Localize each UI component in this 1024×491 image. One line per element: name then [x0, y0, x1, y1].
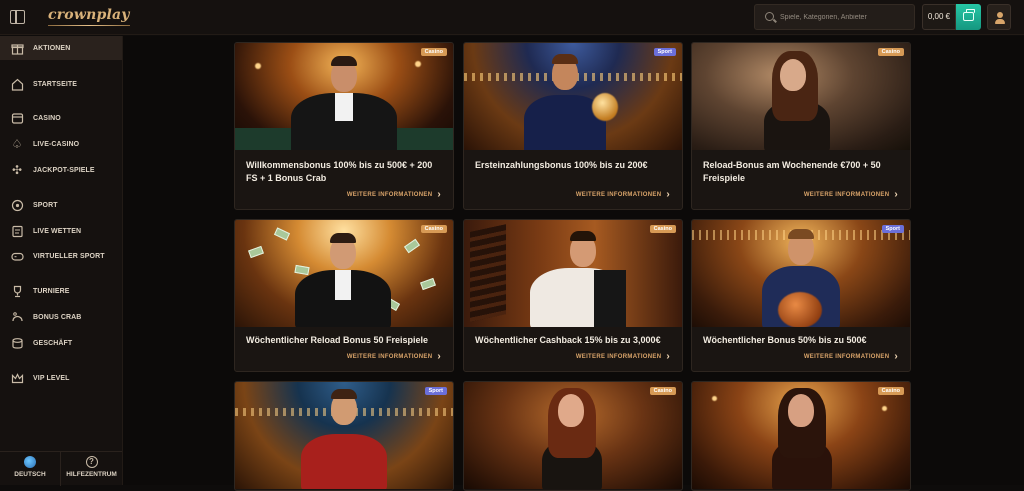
promotions-grid: Casino Willkommensbonus 100% bis zu 500€… — [123, 36, 1024, 491]
sidebar-footer: DEUTSCH ? HILFEZENTRUM — [0, 451, 122, 486]
sidebar-item-label: LIVE WETTEN — [33, 227, 82, 235]
coins-icon — [10, 336, 24, 350]
promo-card[interactable]: Sport — [234, 381, 454, 491]
sidebar-item-sport[interactable]: SPORT — [0, 193, 122, 217]
promo-title: Ersteinzahlungsbonus 100% bis zu 200€ — [475, 160, 648, 170]
user-icon — [997, 12, 1003, 18]
sidebar-item-label: STARTSEITE — [33, 80, 78, 88]
logo[interactable]: crownplay — [48, 7, 130, 26]
promo-card[interactable]: Casino — [463, 381, 683, 491]
live-bet-icon — [10, 224, 24, 238]
help-center-link[interactable]: ? HILFEZENTRUM — [61, 452, 122, 486]
promo-card[interactable]: Sport Ersteinzahlungsbonus 100% bis zu 2… — [463, 42, 683, 210]
sidebar-item-casino[interactable]: CASINO — [0, 106, 122, 130]
top-bar: crownplay 0,00 € — [0, 0, 1024, 35]
home-icon — [10, 77, 24, 91]
category-badge: Casino — [877, 387, 904, 395]
category-badge: Sport — [881, 225, 904, 233]
sidebar-item-label: LIVE-CASINO — [33, 140, 80, 148]
category-badge: Casino — [649, 225, 676, 233]
promo-card[interactable]: Casino — [691, 381, 911, 491]
gift-icon — [10, 41, 24, 55]
soccer-ball-icon — [10, 198, 24, 212]
promo-image: Casino — [692, 43, 910, 150]
more-info-link[interactable]: WEITERE INFORMATIONEN — [347, 351, 441, 362]
sidebar-item-jackpot-spiele[interactable]: ✣ JACKPOT-SPIELE — [0, 158, 122, 182]
crown-icon — [10, 371, 24, 385]
help-label: HILFEZENTRUM — [66, 471, 117, 478]
language-selector[interactable]: DEUTSCH — [0, 452, 61, 486]
promo-card[interactable]: Casino Willkommensbonus 100% bis zu 500€… — [234, 42, 454, 210]
more-info-link[interactable]: WEITERE INFORMATIONEN — [804, 189, 898, 200]
category-badge: Casino — [649, 387, 676, 395]
promo-image: Casino — [235, 43, 453, 150]
wallet-icon — [963, 9, 975, 21]
globe-icon — [24, 456, 36, 468]
spade-icon: ♤ — [11, 137, 23, 151]
search-box[interactable] — [754, 4, 915, 30]
more-info-link[interactable]: WEITERE INFORMATIONEN — [576, 351, 670, 362]
more-info-link[interactable]: WEITERE INFORMATIONEN — [347, 189, 441, 200]
promo-title: Willkommensbonus 100% bis zu 500€ + 200 … — [246, 160, 433, 183]
sidebar-item-label: JACKPOT-SPIELE — [33, 166, 95, 174]
category-badge: Casino — [420, 225, 447, 233]
sidebar-item-turniere[interactable]: TURNIERE — [0, 279, 122, 303]
sidebar-item-label: TURNIERE — [33, 287, 70, 295]
search-input[interactable] — [780, 5, 912, 29]
sidebar-item-label: GESCHÄFT — [33, 339, 73, 347]
category-badge: Casino — [877, 48, 904, 56]
promo-card[interactable]: Casino Reload-Bonus am Wochenende €700 +… — [691, 42, 911, 210]
slot-machine-icon — [10, 111, 24, 125]
sidebar-item-label: VIP LEVEL — [33, 374, 70, 382]
wallet-button[interactable] — [956, 4, 981, 30]
promo-title: Wöchentlicher Reload Bonus 50 Freispiele — [246, 335, 429, 345]
sidebar-item-virtueller-sport[interactable]: VIRTUELLER SPORT — [0, 244, 122, 268]
category-badge: Sport — [424, 387, 447, 395]
sidebar-item-label: VIRTUELLER SPORT — [33, 252, 105, 260]
sidebar-item-label: BONUS CRAB — [33, 313, 82, 321]
promo-title: Wöchentlicher Cashback 15% bis zu 3,000€ — [475, 335, 661, 345]
sidebar-item-label: AKTIONEN — [33, 44, 71, 52]
sidebar-item-bonus-crab[interactable]: BONUS CRAB — [0, 305, 122, 329]
promo-image: Casino — [235, 220, 453, 327]
search-icon — [765, 12, 774, 21]
balance-display[interactable]: 0,00 € — [922, 4, 956, 30]
crab-icon — [10, 310, 24, 324]
promo-title: Wöchentlicher Bonus 50% bis zu 500€ — [703, 335, 867, 345]
promo-image: Casino — [464, 382, 682, 489]
promo-image: Casino — [464, 220, 682, 327]
gamepad-icon — [10, 249, 24, 263]
promo-card[interactable]: Casino Wöchentlicher Cashback 15% bis zu… — [463, 219, 683, 372]
more-info-link[interactable]: WEITERE INFORMATIONEN — [804, 351, 898, 362]
category-badge: Casino — [420, 48, 447, 56]
sidebar-item-label: CASINO — [33, 114, 61, 122]
category-badge: Sport — [653, 48, 676, 56]
sidebar-item-startseite[interactable]: STARTSEITE — [0, 72, 122, 96]
promo-title: Reload-Bonus am Wochenende €700 + 50 Fre… — [703, 160, 881, 183]
help-icon: ? — [85, 456, 98, 468]
promo-card[interactable]: Sport Wöchentlicher Bonus 50% bis zu 500… — [691, 219, 911, 372]
sidebar-item-live-casino[interactable]: ♤ LIVE-CASINO — [0, 132, 122, 156]
sidebar-item-aktionen[interactable]: AKTIONEN — [0, 36, 122, 60]
trophy-icon — [10, 284, 24, 298]
sidebar: AKTIONEN STARTSEITE CASINO ♤ LIVE-CASINO… — [0, 36, 123, 486]
clover-icon: ✣ — [11, 163, 23, 177]
language-label: DEUTSCH — [14, 471, 46, 478]
promo-card[interactable]: Casino Wöchentlicher Reload Bonus 50 Fre… — [234, 219, 454, 372]
more-info-link[interactable]: WEITERE INFORMATIONEN — [576, 189, 670, 200]
promo-image: Sport — [464, 43, 682, 150]
sidebar-item-vip-level[interactable]: VIP LEVEL — [0, 366, 122, 390]
promo-image: Casino — [692, 382, 910, 489]
promo-image: Sport — [692, 220, 910, 327]
sidebar-item-geschaeft[interactable]: GESCHÄFT — [0, 331, 122, 355]
sidebar-item-live-wetten[interactable]: LIVE WETTEN — [0, 219, 122, 243]
sidebar-toggle-icon[interactable] — [10, 10, 25, 24]
user-button[interactable] — [987, 4, 1011, 30]
sidebar-item-label: SPORT — [33, 201, 58, 209]
promo-image: Sport — [235, 382, 453, 489]
